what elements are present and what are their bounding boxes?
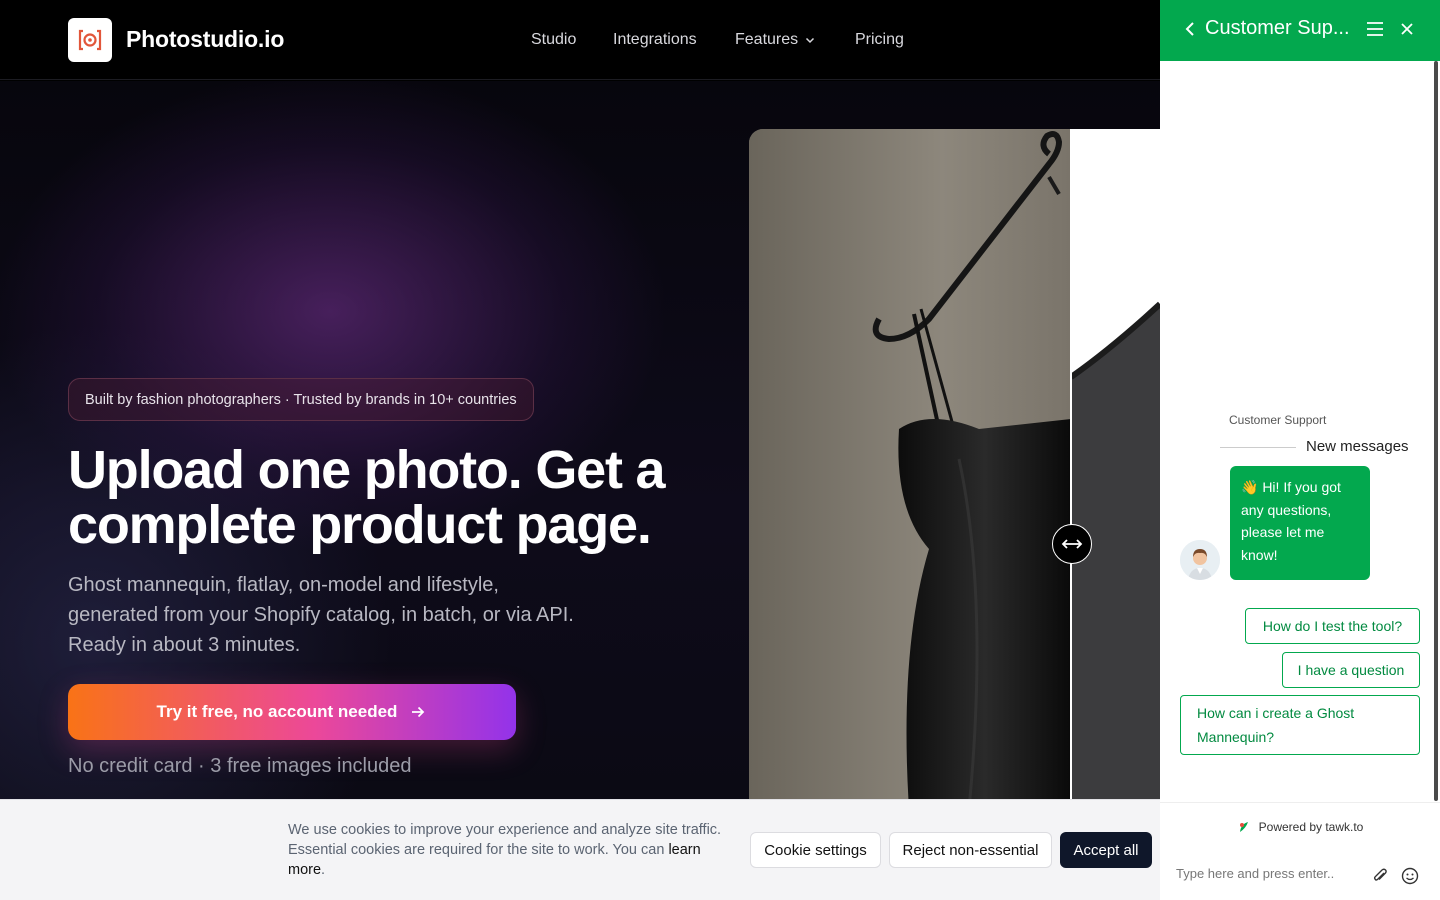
quick-reply-ghost-mannequin[interactable]: How can i create a Ghost Mannequin?	[1180, 695, 1420, 755]
paperclip-icon[interactable]	[1371, 867, 1389, 885]
hero-title: Upload one photo. Get a complete product…	[68, 443, 708, 553]
comparison-divider[interactable]	[1070, 129, 1072, 800]
cookie-banner: We use cookies to improve your experienc…	[0, 799, 1160, 900]
chat-widget: Customer Sup... Customer Support New mes…	[1160, 0, 1440, 900]
chevron-left-icon[interactable]	[1182, 20, 1198, 38]
nav-pricing[interactable]: Pricing	[855, 31, 904, 49]
trust-badge: Built by fashion photographers · Trusted…	[68, 378, 534, 421]
chat-header: Customer Sup...	[1160, 0, 1440, 61]
agent-name: Customer Support	[1229, 413, 1327, 427]
cookie-text: We use cookies to improve your experienc…	[288, 820, 728, 880]
new-messages-label: New messages	[1306, 438, 1409, 455]
hero-title-line-1: Upload one photo. Get a	[68, 440, 666, 500]
try-free-label: Try it free, no account needed	[156, 702, 398, 721]
hero-section: Built by fashion photographers · Trusted…	[0, 81, 1160, 800]
arrows-horizontal-icon	[1061, 539, 1083, 549]
try-free-button[interactable]: Try it free, no account needed	[68, 684, 516, 740]
cookie-settings-button[interactable]: Cookie settings	[750, 832, 881, 868]
chat-message: 👋 Hi! If you got any questions, please l…	[1230, 466, 1370, 580]
before-after-comparison[interactable]	[749, 129, 1160, 800]
chat-scrollbar[interactable]	[1434, 61, 1438, 801]
nav-features[interactable]: Features	[735, 31, 816, 49]
cookie-message: We use cookies to improve your experienc…	[288, 822, 722, 858]
hero-title-line-2: complete product page.	[68, 495, 652, 555]
tawk-logo-icon	[1239, 821, 1248, 832]
nav-integrations[interactable]: Integrations	[613, 31, 697, 49]
after-image	[1069, 129, 1160, 800]
hero-subtitle: Ghost mannequin, flatlay, on-model and l…	[68, 570, 668, 660]
close-icon[interactable]	[1400, 21, 1414, 37]
cta-note: No credit card · 3 free images included	[68, 755, 412, 777]
new-messages-divider	[1220, 447, 1296, 448]
quick-reply-test-tool[interactable]: How do I test the tool?	[1245, 608, 1420, 644]
nav-studio[interactable]: Studio	[531, 31, 576, 49]
arrow-right-icon	[412, 706, 425, 718]
avatar	[1180, 540, 1220, 580]
cookie-period: .	[321, 862, 326, 878]
logo-icon[interactable]	[68, 18, 112, 62]
reject-non-essential-button[interactable]: Reject non-essential	[889, 832, 1052, 868]
nav-features-label: Features	[735, 31, 799, 48]
chat-message-input[interactable]: Type here and press enter..	[1176, 866, 1334, 881]
comparison-drag-handle[interactable]	[1052, 524, 1092, 564]
hero-subtitle-line-2: generated from your Shopify catalog, in …	[68, 604, 574, 626]
quick-reply-question[interactable]: I have a question	[1282, 652, 1420, 688]
powered-by[interactable]: Powered by tawk.to	[1160, 802, 1440, 850]
brand-name[interactable]: Photostudio.io	[126, 26, 284, 53]
accept-all-button[interactable]: Accept all	[1060, 832, 1152, 868]
before-image	[749, 129, 1071, 800]
hero-subtitle-line-1: Ghost mannequin, flatlay, on-model and l…	[68, 574, 499, 596]
emoji-icon[interactable]	[1401, 867, 1419, 885]
hero-subtitle-line-3: Ready in about 3 minutes.	[68, 634, 301, 656]
site-header: Photostudio.io Studio Integrations Featu…	[0, 0, 1160, 80]
chevron-down-icon	[806, 37, 815, 44]
menu-icon[interactable]	[1366, 21, 1384, 37]
chat-title: Customer Sup...	[1205, 17, 1350, 39]
powered-by-label: Powered by tawk.to	[1258, 819, 1364, 834]
